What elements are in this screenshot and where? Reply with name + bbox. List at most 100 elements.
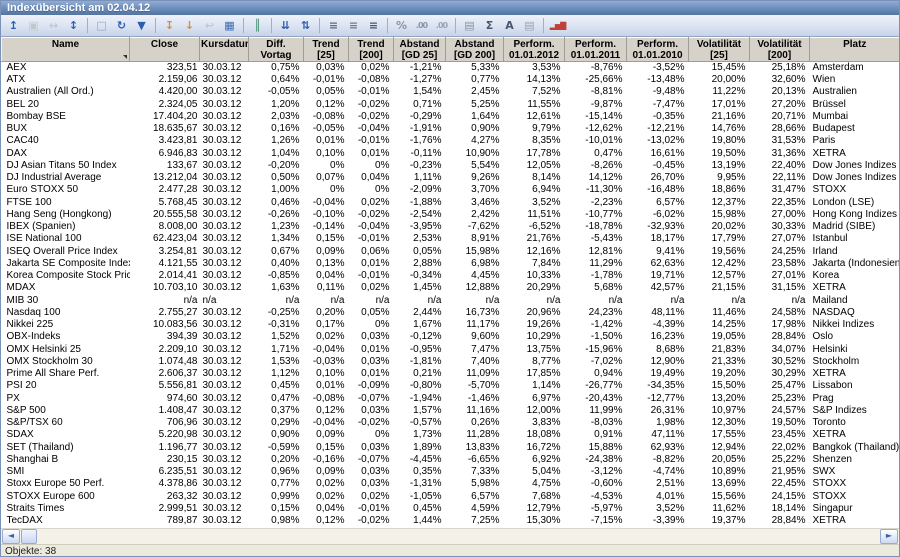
cell-vol_25: 15,50% <box>689 380 750 392</box>
cell-perform_2012: 8,14% <box>504 172 565 184</box>
cell-close: 8.008,00 <box>130 221 200 233</box>
column-config-icon[interactable]: ▤ <box>460 16 479 35</box>
table-row[interactable]: ISE National 10062.423,0430.03.121,34%0,… <box>2 233 900 245</box>
table-row[interactable]: MDAX10.703,1030.03.121,63%0,11%0,02%1,45… <box>2 282 900 294</box>
column-header-trend_25[interactable]: Trend[25] <box>304 38 349 62</box>
table-row[interactable]: Straits Times2.999,5130.03.120,15%0,04%-… <box>2 503 900 515</box>
table-row[interactable]: DJ Asian Titans 50 Index133,6730.03.12-0… <box>2 160 900 172</box>
column-header-perform_2011[interactable]: Perform.01.01.2011 <box>565 38 627 62</box>
font-icon[interactable]: A <box>500 16 519 35</box>
column-header-perform_2010[interactable]: Perform.01.01.2010 <box>627 38 689 62</box>
row-height-medium-icon[interactable]: ≡ <box>344 16 363 35</box>
cell-kursdatum: 30.03.12 <box>200 405 249 417</box>
fit-height-icon[interactable]: ↕ <box>64 16 83 35</box>
filter-icon[interactable]: ▼ <box>132 16 151 35</box>
cell-name: Australien (All Ord.) <box>2 86 130 98</box>
export-icon[interactable]: ↥ <box>4 16 23 35</box>
table-row[interactable]: ISEQ Overall Price Index3.254,8130.03.12… <box>2 246 900 258</box>
table-row[interactable]: Shanghai B230,1530.03.120,20%-0,16%-0,07… <box>2 454 900 466</box>
table-row[interactable]: OBX-Indeks394,3930.03.121,52%0,02%0,03%-… <box>2 331 900 343</box>
table-row[interactable]: TecDAX789,8730.03.120,98%0,12%-0,02%1,44… <box>2 515 900 527</box>
percent-icon[interactable]: % <box>392 16 411 35</box>
cell-name: S&P 500 <box>2 405 130 417</box>
table-row[interactable]: OMX Helsinki 252.209,1030.03.121,71%-0,0… <box>2 344 900 356</box>
table-row[interactable]: BUX18.635,6730.03.120,16%-0,05%-0,04%-1,… <box>2 123 900 135</box>
horizontal-scrollbar[interactable]: ◄ ► <box>1 528 899 544</box>
table-row[interactable]: PX974,6030.03.120,47%-0,08%-0,07%-1,94%-… <box>2 393 900 405</box>
table-row[interactable]: DAX6.946,8330.03.121,04%0,10%0,01%-0,11%… <box>2 148 900 160</box>
column-header-platz[interactable]: Platz <box>810 38 900 62</box>
cell-vol_25: 13,19% <box>689 160 750 172</box>
cell-vol_200: 28,66% <box>750 123 810 135</box>
column-header-abstand_gd200[interactable]: Abstand[GD 200] <box>446 38 504 62</box>
table-row[interactable]: Bombay BSE17.404,2030.03.122,03%-0,08%-0… <box>2 111 900 123</box>
insert-quote-icon[interactable]: ↧ <box>160 16 179 35</box>
cell-trend_200: 0% <box>349 184 394 196</box>
scroll-left-button[interactable]: ◄ <box>2 529 20 544</box>
cell-trend_25: 0,12% <box>304 405 349 417</box>
column-header-perform_2012[interactable]: Perform.01.01.2012 <box>504 38 565 62</box>
cell-vol_200: 32,60% <box>750 74 810 86</box>
sum-icon[interactable]: Σ <box>480 16 499 35</box>
table-row[interactable]: S&P/TSX 60706,9630.03.120,29%-0,04%-0,02… <box>2 417 900 429</box>
toolbar-separator <box>155 18 156 33</box>
table-row[interactable]: SDAX5.220,9830.03.120,90%0,09%0%1,73%11,… <box>2 429 900 441</box>
cell-platz: Paris <box>810 135 900 147</box>
decrease-decimal-icon[interactable]: .00 <box>432 16 451 35</box>
table-row[interactable]: Nasdaq 1002.755,2730.03.12-0,25%0,20%0,0… <box>2 307 900 319</box>
column-header-vol_25[interactable]: Volatilität[25] <box>689 38 750 62</box>
table-row[interactable]: PSI 205.556,8130.03.120,45%0,01%-0,09%-0… <box>2 380 900 392</box>
table-row[interactable]: SMI6.235,5130.03.120,96%0,09%0,03%0,35%7… <box>2 466 900 478</box>
properties-icon[interactable]: ▤ <box>520 16 539 35</box>
cell-trend_200: -0,01% <box>349 503 394 515</box>
cell-diff_vortag: -0,59% <box>249 442 304 454</box>
chart-icon[interactable]: ▂▅▇ <box>548 16 567 35</box>
row-height-small-icon[interactable]: ≡ <box>324 16 343 35</box>
table-row[interactable]: MIB 30n/an/an/an/an/an/an/an/an/an/an/an… <box>2 295 900 307</box>
cell-trend_200: -0,01% <box>349 233 394 245</box>
column-header-name[interactable]: Name <box>2 38 130 62</box>
row-height-large-icon[interactable]: ≡ <box>364 16 383 35</box>
cell-diff_vortag: 0,96% <box>249 466 304 478</box>
table-row[interactable]: Hang Seng (Hongkong)20.555,5830.03.12-0,… <box>2 209 900 221</box>
table-row[interactable]: ATX2.159,0630.03.120,64%-0,01%-0,08%-1,2… <box>2 74 900 86</box>
table-row[interactable]: SET (Thailand)1.196,7730.03.12-0,59%0,15… <box>2 442 900 454</box>
increase-decimal-icon[interactable]: .00 <box>412 16 431 35</box>
refresh-icon[interactable]: ↻ <box>112 16 131 35</box>
cell-vol_25: 17,55% <box>689 429 750 441</box>
cell-platz: Helsinki <box>810 344 900 356</box>
column-header-trend_200[interactable]: Trend[200] <box>349 38 394 62</box>
table-row[interactable]: AEX323,5130.03.120,75%0,03%0,02%-1,21%5,… <box>2 62 900 75</box>
column-header-close[interactable]: Close <box>130 38 200 62</box>
cell-close: 263,32 <box>130 491 200 503</box>
histogram-icon[interactable]: ▦ <box>220 16 239 35</box>
update-quote-icon[interactable]: ↓ <box>180 16 199 35</box>
column-header-vol_200[interactable]: Volatilität[200] <box>750 38 810 62</box>
table-row[interactable]: Nikkei 22510.083,5630.03.12-0,31%0,17%0%… <box>2 319 900 331</box>
table-row[interactable]: Korea Composite Stock Price2.014,4130.03… <box>2 270 900 282</box>
scroll-thumb[interactable] <box>21 529 37 544</box>
table-row[interactable]: Prime All Share Perf.2.606,3730.03.121,1… <box>2 368 900 380</box>
table-row[interactable]: Euro STOXX 502.477,2830.03.121,00%0%0%-2… <box>2 184 900 196</box>
sort-ascending-icon[interactable]: ⇊ <box>276 16 295 35</box>
table-row[interactable]: CAC403.423,8130.03.121,26%0,01%-0,01%-1,… <box>2 135 900 147</box>
scale-icon[interactable]: ║ <box>248 16 267 35</box>
table-row[interactable]: Australien (All Ord.)4.420,0030.03.12-0,… <box>2 86 900 98</box>
column-header-kursdatum[interactable]: Kursdatum <box>200 38 249 62</box>
table-row[interactable]: FTSE 1005.768,4530.03.120,46%-0,04%0,02%… <box>2 197 900 209</box>
table-row[interactable]: STOXX Europe 600263,3230.03.120,99%0,02%… <box>2 491 900 503</box>
table-row[interactable]: Jakarta SE Composite Index4.121,5530.03.… <box>2 258 900 270</box>
table-row[interactable]: OMX Stockholm 301.074,4830.03.121,53%-0,… <box>2 356 900 368</box>
cell-perform_2010: 62,93% <box>627 442 689 454</box>
column-header-abstand_gd25[interactable]: Abstand[GD 25] <box>394 38 446 62</box>
table-row[interactable]: S&P 5001.408,4730.03.120,37%0,12%0,03%1,… <box>2 405 900 417</box>
table-row[interactable]: DJ Industrial Average13.212,0430.03.120,… <box>2 172 900 184</box>
table-row[interactable]: BEL 202.324,0530.03.121,20%0,12%-0,02%0,… <box>2 99 900 111</box>
column-header-diff_vortag[interactable]: Diff.Vortag <box>249 38 304 62</box>
new-window-icon[interactable]: □ <box>92 16 111 35</box>
table-row[interactable]: IBEX (Spanien)8.008,0030.03.121,23%-0,14… <box>2 221 900 233</box>
scroll-right-button[interactable]: ► <box>880 529 898 544</box>
table-row[interactable]: Stoxx Europe 50 Perf.4.378,8630.03.120,7… <box>2 478 900 490</box>
cell-vol_200: 23,45% <box>750 429 810 441</box>
sort-descending-icon[interactable]: ⇅ <box>296 16 315 35</box>
